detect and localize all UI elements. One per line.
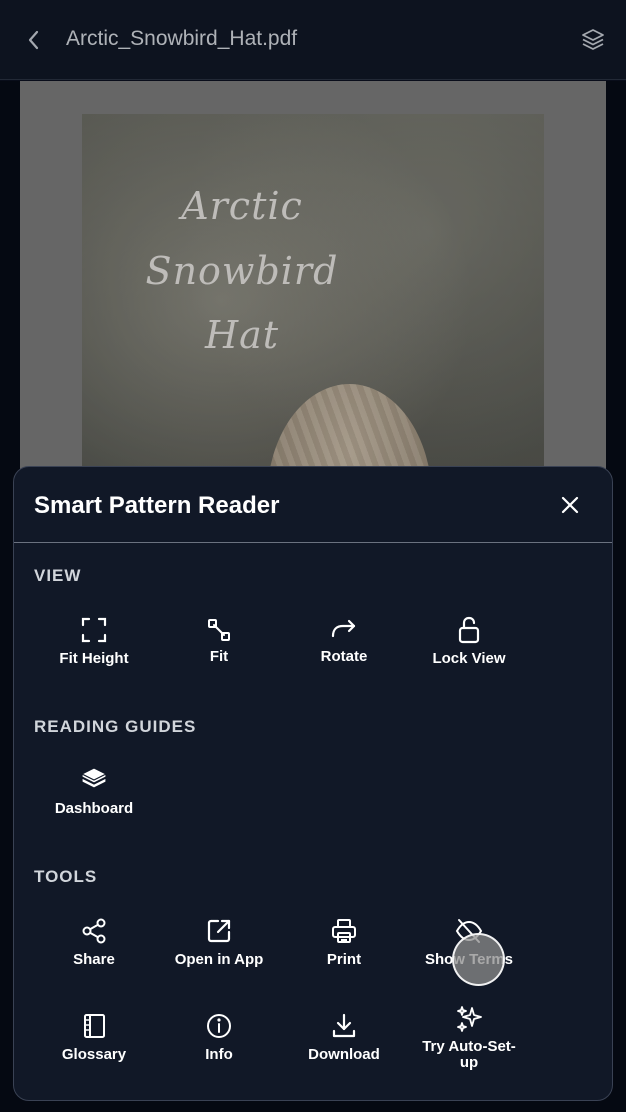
lock-view-button[interactable]: Lock View xyxy=(409,615,529,685)
fit-button[interactable]: Fit xyxy=(159,615,279,685)
info-label: Info xyxy=(205,1046,233,1063)
stack-icon xyxy=(79,765,109,795)
smart-pattern-reader-sheet: Smart Pattern Reader VIEW Fit Height Fit xyxy=(13,466,613,1101)
touch-indicator xyxy=(452,933,505,986)
section-label-view: VIEW xyxy=(34,566,82,585)
rotate-button[interactable]: Rotate xyxy=(284,615,404,685)
dashboard-button[interactable]: Dashboard xyxy=(34,765,154,835)
close-icon xyxy=(560,495,580,515)
share-label: Share xyxy=(73,951,115,968)
info-button[interactable]: Info xyxy=(159,1011,279,1081)
share-button[interactable]: Share xyxy=(34,916,154,986)
close-button[interactable] xyxy=(554,489,586,521)
lock-view-label: Lock View xyxy=(432,650,506,667)
external-link-icon xyxy=(204,916,234,946)
download-icon xyxy=(329,1011,359,1041)
fit-label: Fit xyxy=(209,648,229,665)
print-button[interactable]: Print xyxy=(284,916,404,986)
dashboard-label: Dashboard xyxy=(54,800,134,817)
unlock-icon xyxy=(454,615,484,645)
fit-height-button[interactable]: Fit Height xyxy=(34,615,154,685)
download-button[interactable]: Download xyxy=(284,1011,404,1081)
open-in-app-button[interactable]: Open in App xyxy=(159,916,279,986)
fit-height-icon xyxy=(79,615,109,645)
print-label: Print xyxy=(326,951,362,968)
sparkles-icon xyxy=(454,1003,484,1033)
share-icon xyxy=(79,916,109,946)
download-label: Download xyxy=(308,1046,380,1063)
fit-icon xyxy=(204,615,234,645)
open-in-app-label: Open in App xyxy=(174,951,264,968)
info-icon xyxy=(204,1011,234,1041)
try-auto-set-up-label: Try Auto-Set-up xyxy=(422,1038,516,1071)
book-icon xyxy=(79,1011,109,1041)
printer-icon xyxy=(329,916,359,946)
section-label-tools: TOOLS xyxy=(34,867,98,886)
section-label-reading-guides: READING GUIDES xyxy=(34,717,197,736)
sheet-header: Smart Pattern Reader xyxy=(14,467,612,543)
try-auto-set-up-button[interactable]: Try Auto-Set-up xyxy=(409,1003,529,1073)
glossary-label: Glossary xyxy=(61,1046,127,1063)
rotate-icon xyxy=(329,615,359,645)
glossary-button[interactable]: Glossary xyxy=(34,1011,154,1081)
sheet-title: Smart Pattern Reader xyxy=(34,492,280,519)
rotate-label: Rotate xyxy=(320,648,368,665)
fit-height-label: Fit Height xyxy=(59,650,129,667)
